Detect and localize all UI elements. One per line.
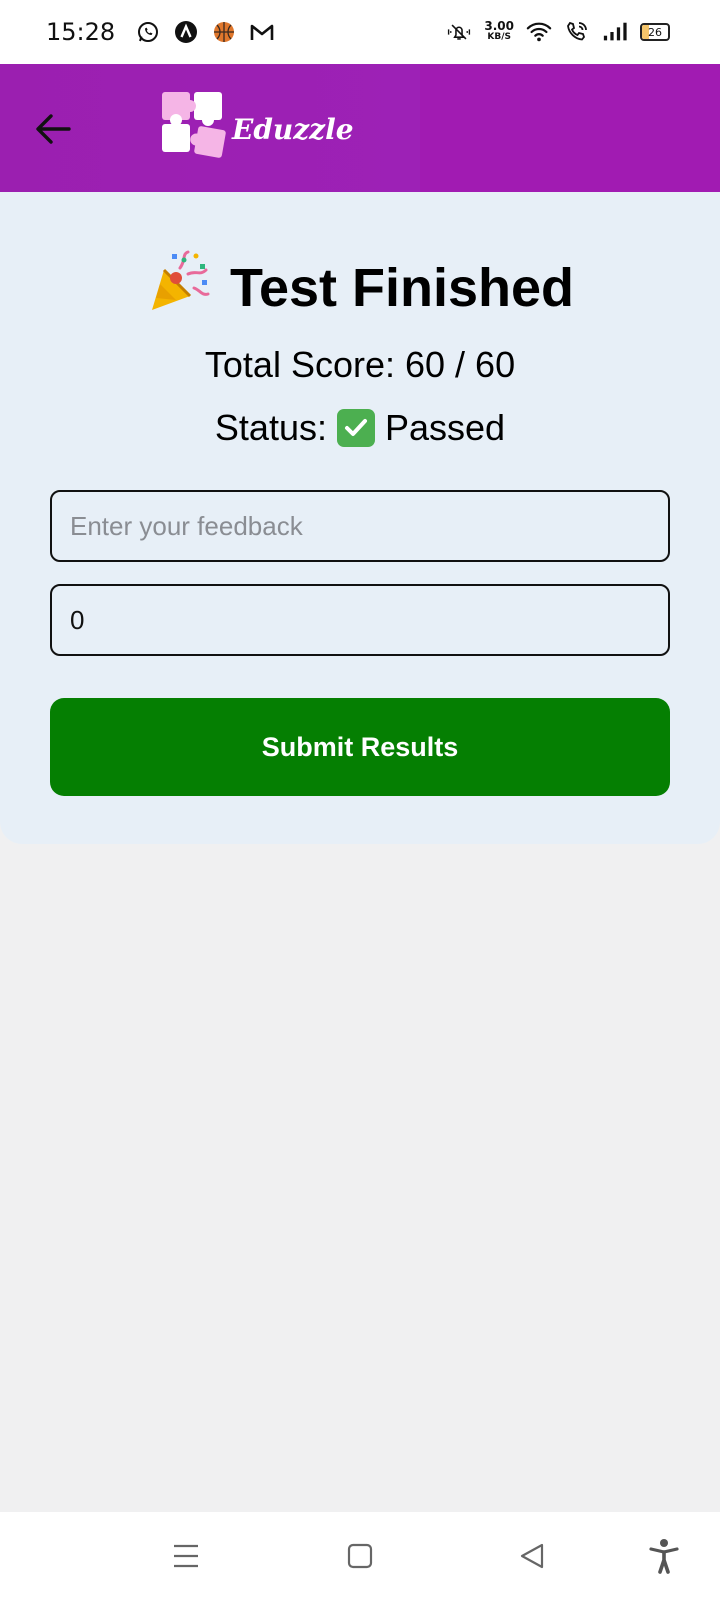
nav-home-button[interactable] (338, 1534, 382, 1578)
page-title: Test Finished (0, 248, 720, 327)
system-nav-bar (0, 1512, 720, 1600)
app-a-icon (173, 19, 199, 45)
nav-accessibility-button[interactable] (642, 1534, 686, 1578)
status-line: Status: Passed (0, 407, 720, 449)
puzzle-logo-icon (162, 92, 226, 158)
nav-menu-button[interactable] (164, 1534, 208, 1578)
status-bar: 15:28 3.00 KB/S 26 (0, 0, 720, 64)
party-popper-icon (146, 248, 212, 327)
arrow-left-icon (36, 114, 71, 144)
status-bar-left: 15:28 (46, 18, 275, 46)
basketball-icon (211, 19, 237, 45)
home-icon (347, 1543, 373, 1569)
score-input[interactable] (50, 584, 670, 656)
network-speed-unit: KB/S (487, 32, 511, 42)
feedback-input[interactable] (50, 490, 670, 562)
network-speed-value: 3.00 (484, 19, 514, 33)
status-value: Passed (384, 407, 506, 448)
status-bar-right: 3.00 KB/S 26 (446, 19, 674, 45)
wifi-calling-icon (564, 19, 590, 45)
battery-indicator: 26 (640, 23, 670, 41)
vibrate-muted-icon (446, 19, 472, 45)
signal-icon (602, 19, 628, 45)
nav-back-button[interactable] (510, 1534, 554, 1578)
back-button[interactable] (28, 104, 78, 154)
result-card: Test Finished Total Score: 60 / 60 Statu… (0, 192, 720, 844)
back-icon (520, 1543, 544, 1569)
title-text: Test Finished (229, 257, 575, 318)
status-time: 15:28 (46, 18, 116, 46)
submit-results-button[interactable]: Submit Results (50, 698, 670, 796)
accessibility-icon (649, 1539, 679, 1574)
whatsapp-icon (135, 19, 161, 45)
app-header: Eduzzle (0, 64, 720, 192)
total-score: Total Score: 60 / 60 (204, 344, 516, 385)
network-speed: 3.00 KB/S (484, 19, 514, 43)
battery-icon: 26 (640, 23, 674, 41)
menu-icon (174, 1544, 198, 1568)
wifi-icon (526, 19, 552, 45)
gmail-icon (249, 19, 275, 45)
app-logo: Eduzzle (160, 90, 354, 162)
check-mark-icon (336, 409, 375, 447)
battery-level: 26 (648, 25, 662, 39)
status-label: Status: (214, 407, 327, 448)
logo-text: Eduzzle (232, 112, 354, 146)
